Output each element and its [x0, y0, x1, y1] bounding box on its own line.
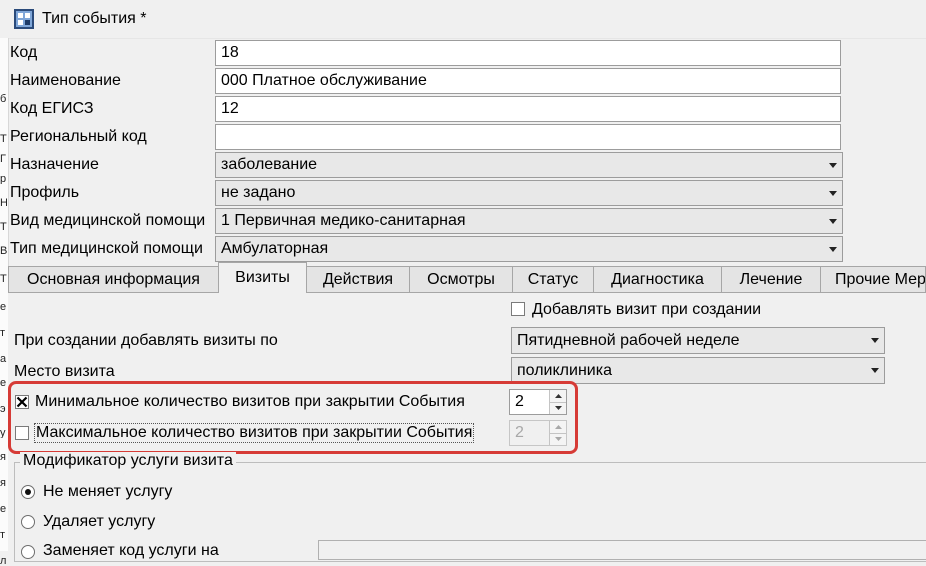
- tab-main-info[interactable]: Основная информация: [8, 266, 219, 292]
- edge-glyph: Г: [0, 154, 6, 164]
- care-type-label: Тип медицинской помощи: [10, 240, 203, 257]
- modifier-group-title: Модификатор услуги визита: [20, 452, 236, 470]
- add-by-value: Пятидневной рабочей неделе: [517, 332, 740, 349]
- name-label: Наименование: [10, 72, 121, 89]
- care-kind-value: 1 Первичная медико-санитарная: [221, 212, 466, 229]
- edge-glyph: т: [0, 328, 6, 338]
- purpose-label: Назначение: [10, 156, 99, 173]
- care-type-value: Амбулаторная: [221, 240, 329, 257]
- tab-actions[interactable]: Действия: [306, 266, 410, 292]
- tab-diagnostics[interactable]: Диагностика: [593, 266, 722, 292]
- add-by-label: При создании добавлять визиты по: [14, 332, 278, 349]
- chevron-down-icon[interactable]: [826, 241, 840, 257]
- egisz-code-label: Код ЕГИСЗ: [10, 100, 94, 117]
- edge-glyph: Т: [0, 274, 7, 284]
- chevron-down-icon[interactable]: [868, 332, 882, 348]
- edge-glyph: Н: [0, 198, 7, 208]
- regional-code-field[interactable]: [215, 124, 841, 150]
- add-by-select[interactable]: Пятидневной рабочей неделе: [511, 327, 885, 354]
- replace-code-field[interactable]: [318, 540, 926, 560]
- regional-code-label: Региональный код: [10, 128, 147, 145]
- purpose-value: заболевание: [221, 156, 318, 173]
- title-bar: Тип события *: [0, 0, 926, 39]
- window-title: Тип события *: [42, 10, 147, 27]
- radio-delete-label: Удаляет услугу: [43, 513, 156, 530]
- edge-glyph: л: [0, 556, 7, 566]
- care-kind-label: Вид медицинской помощи: [10, 212, 206, 229]
- chevron-down-icon[interactable]: [826, 157, 840, 173]
- edge-glyph: е: [0, 378, 7, 388]
- tab-other[interactable]: Прочие Мер: [820, 266, 926, 292]
- edge-glyph: е: [0, 302, 7, 312]
- highlight-frame: [8, 381, 578, 454]
- edge-glyph: б: [0, 94, 7, 104]
- add-visit-label: Добавлять визит при создании: [532, 301, 762, 318]
- edge-glyph: В: [0, 246, 7, 256]
- radio-replace-label: Заменяет код услуги на: [43, 542, 219, 559]
- profile-label: Профиль: [10, 184, 80, 201]
- edge-glyph: е: [0, 504, 7, 514]
- edge-glyph: р: [0, 174, 7, 184]
- radio-delete[interactable]: [21, 515, 35, 529]
- visit-place-value: поликлиника: [517, 362, 612, 379]
- profile-select[interactable]: не задано: [215, 180, 843, 206]
- profile-value: не задано: [221, 184, 296, 201]
- care-type-select[interactable]: Амбулаторная: [215, 236, 843, 262]
- edge-glyph: э: [0, 404, 6, 414]
- tab-examinations[interactable]: Осмотры: [409, 266, 513, 292]
- add-visit-checkbox[interactable]: [511, 302, 525, 316]
- edge-glyph: я: [0, 478, 6, 488]
- radio-replace[interactable]: [21, 545, 35, 559]
- app-icon: [14, 9, 34, 29]
- radio-no-change-label: Не меняет услугу: [43, 483, 173, 500]
- radio-no-change[interactable]: [21, 485, 35, 499]
- tab-treatment[interactable]: Лечение: [721, 266, 821, 292]
- edge-glyph: т: [0, 530, 6, 540]
- edge-glyph: а: [0, 354, 7, 364]
- chevron-down-icon[interactable]: [868, 362, 882, 378]
- code-label: Код: [10, 44, 38, 61]
- purpose-select[interactable]: заболевание: [215, 152, 843, 178]
- edge-glyph: у: [0, 428, 6, 438]
- care-kind-select[interactable]: 1 Первичная медико-санитарная: [215, 208, 843, 234]
- code-field[interactable]: 18: [215, 40, 841, 66]
- tab-bar: Основная информация Визиты Действия Осмо…: [8, 262, 926, 293]
- visit-place-label: Место визита: [14, 363, 115, 380]
- edge-glyph: Т: [0, 134, 7, 144]
- egisz-code-field[interactable]: 12: [215, 96, 841, 122]
- chevron-down-icon[interactable]: [826, 185, 840, 201]
- visit-place-select[interactable]: поликлиника: [511, 357, 885, 384]
- tab-status[interactable]: Статус: [512, 266, 594, 292]
- name-field[interactable]: 000 Платное обслуживание: [215, 68, 841, 94]
- edge-glyph: я: [0, 452, 6, 462]
- tab-visits[interactable]: Визиты: [218, 262, 307, 293]
- chevron-down-icon[interactable]: [826, 213, 840, 229]
- edge-glyph: Т: [0, 222, 7, 232]
